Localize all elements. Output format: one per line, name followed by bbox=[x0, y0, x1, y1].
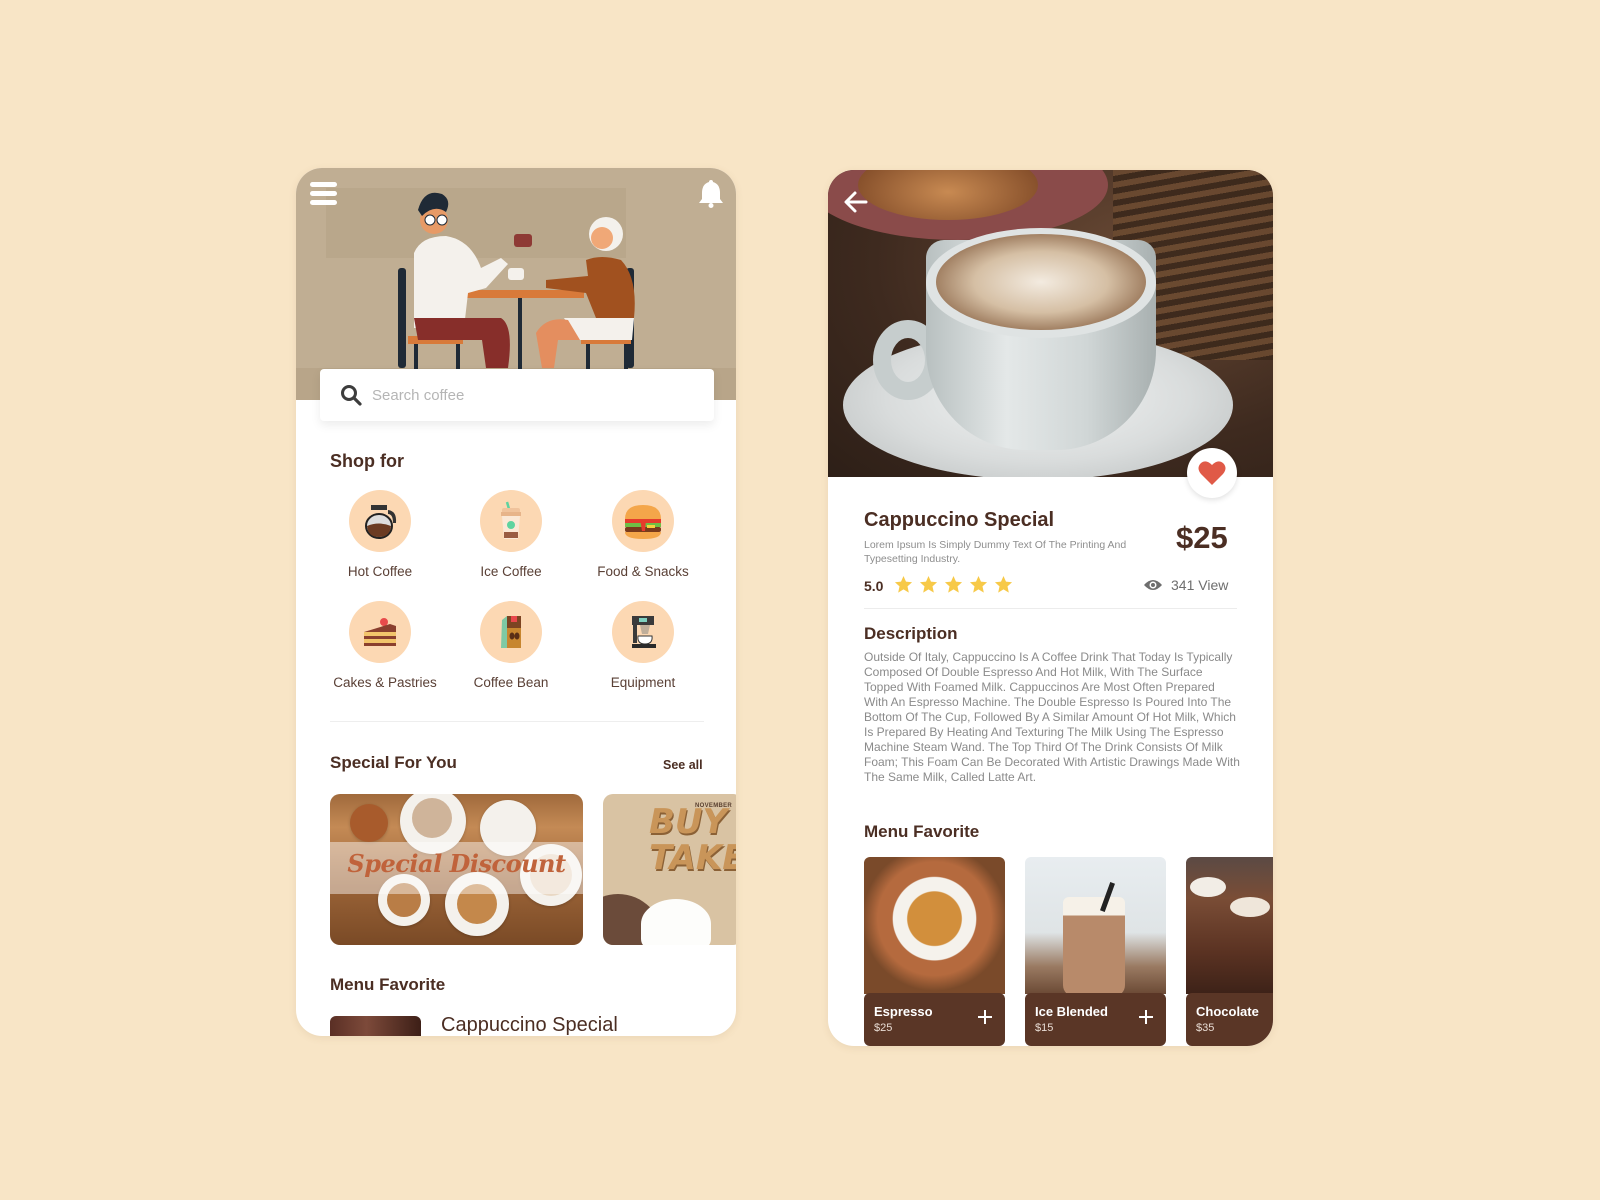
category-icon-circle bbox=[612, 490, 674, 552]
hamburger-menu-icon bbox=[310, 182, 337, 187]
view-count-text: 341 View bbox=[1171, 577, 1229, 593]
heart-icon bbox=[1198, 461, 1226, 485]
promo-spice-jar bbox=[350, 804, 388, 842]
category-icon-circle bbox=[612, 601, 674, 663]
arrow-left-icon bbox=[844, 191, 868, 213]
see-all-link[interactable]: See all bbox=[663, 758, 703, 772]
category-icon-circle bbox=[349, 490, 411, 552]
section-divider bbox=[330, 721, 704, 722]
menu-card-image bbox=[1025, 857, 1166, 997]
menu-favorite-title: Menu Favorite bbox=[864, 822, 980, 841]
category-label: Food & Snacks bbox=[597, 564, 689, 579]
menu-favorite-name: Cappuccino Special bbox=[441, 1014, 618, 1036]
menu-card-price: $15 bbox=[1035, 1022, 1054, 1034]
iced-coffee-cup-icon bbox=[501, 501, 521, 539]
description-title: Description bbox=[864, 624, 958, 643]
shop-for-title: Shop for bbox=[330, 451, 404, 471]
category-label: Equipment bbox=[610, 675, 676, 690]
menu-card-chocolate[interactable]: Chocolate $35 bbox=[1186, 857, 1273, 1046]
couple-drinking-coffee-illustration bbox=[398, 192, 635, 370]
description-text: Outside Of Italy, Cappuccino Is A Coffee… bbox=[864, 650, 1240, 784]
home-screen: Shop for Hot Coffee Ice Coffee bbox=[296, 168, 736, 1036]
menu-card-footer bbox=[1186, 993, 1273, 1046]
coffee-pot-icon bbox=[365, 505, 397, 539]
search-bar[interactable] bbox=[320, 369, 714, 421]
menu-favorite-title: Menu Favorite bbox=[330, 975, 446, 994]
category-hot-coffee[interactable]: Hot Coffee bbox=[315, 490, 445, 579]
menu-card-name: Ice Blended bbox=[1035, 1004, 1108, 1019]
promo-title: Special Discount bbox=[347, 849, 566, 878]
promo-title-line2: TAKE bbox=[649, 838, 736, 878]
plus-icon[interactable] bbox=[1138, 1009, 1154, 1025]
espresso-machine-icon bbox=[632, 616, 656, 648]
view-count: 341 View bbox=[1143, 577, 1228, 593]
menu-card-price: $25 bbox=[874, 1022, 893, 1034]
bell-icon bbox=[699, 180, 723, 208]
category-label: Hot Coffee bbox=[347, 564, 413, 579]
menu-card-ice-blended[interactable]: Ice Blended $15 bbox=[1025, 857, 1166, 1046]
plus-icon[interactable] bbox=[977, 1009, 993, 1025]
promo-title: BUY TAKE bbox=[649, 804, 736, 876]
category-label: Coffee Bean bbox=[473, 675, 549, 690]
menu-card-image bbox=[1186, 857, 1273, 994]
promo-title-line1: BUY bbox=[649, 802, 728, 842]
category-cakes-pastries[interactable]: Cakes & Pastries bbox=[315, 601, 455, 690]
star-icon bbox=[894, 575, 913, 593]
menu-card-image bbox=[864, 857, 1005, 994]
search-input[interactable] bbox=[372, 386, 672, 404]
eye-icon bbox=[1144, 580, 1162, 590]
category-ice-coffee[interactable]: Ice Coffee bbox=[446, 490, 576, 579]
menu-favorite-thumbnail bbox=[330, 1016, 421, 1036]
category-icon-circle bbox=[480, 490, 542, 552]
promo-card-buy-take[interactable]: NOVEMBER BUY TAKE bbox=[603, 794, 736, 945]
product-title: Cappuccino Special bbox=[864, 509, 1055, 531]
rating-value: 5.0 bbox=[864, 578, 884, 594]
star-icon bbox=[994, 575, 1013, 593]
promo-whipped-cream bbox=[641, 899, 711, 945]
menu-card-espresso[interactable]: Espresso $25 bbox=[864, 857, 1005, 1046]
product-price: $25 bbox=[1176, 520, 1228, 555]
favorite-button[interactable] bbox=[1187, 448, 1237, 498]
hero-illustration bbox=[296, 168, 736, 400]
search-icon bbox=[341, 385, 362, 406]
burger-icon bbox=[625, 505, 661, 539]
cappuccino-photo bbox=[828, 170, 1273, 477]
cake-slice-icon bbox=[364, 618, 396, 646]
category-label: Ice Coffee bbox=[480, 564, 542, 579]
menu-card-name: Espresso bbox=[874, 1004, 933, 1019]
special-for-you-title: Special For You bbox=[330, 753, 457, 772]
menu-card-price: $35 bbox=[1196, 1022, 1215, 1034]
notifications-button[interactable] bbox=[698, 178, 724, 208]
promo-card-special-discount[interactable]: Special Discount bbox=[330, 794, 583, 945]
rating-stars bbox=[894, 575, 1013, 594]
star-icon bbox=[944, 575, 963, 593]
category-food-snacks[interactable]: Food & Snacks bbox=[578, 490, 708, 579]
category-icon-circle bbox=[349, 601, 411, 663]
category-label: Cakes & Pastries bbox=[333, 675, 437, 690]
star-icon bbox=[919, 575, 938, 593]
menu-button[interactable] bbox=[310, 182, 338, 206]
section-divider bbox=[864, 608, 1237, 609]
product-subtitle: Lorem Ipsum Is Simply Dummy Text Of The … bbox=[864, 539, 1127, 565]
photo-foam bbox=[936, 234, 1146, 330]
coffee-bag-icon bbox=[501, 616, 521, 648]
category-equipment[interactable]: Equipment bbox=[578, 601, 708, 690]
menu-card-name: Chocolate bbox=[1196, 1004, 1259, 1019]
category-icon-circle bbox=[480, 601, 542, 663]
star-icon bbox=[969, 575, 988, 593]
back-button[interactable] bbox=[842, 188, 870, 216]
category-coffee-bean[interactable]: Coffee Bean bbox=[446, 601, 576, 690]
detail-screen: Cappuccino Special Lorem Ipsum Is Simply… bbox=[828, 170, 1273, 1046]
